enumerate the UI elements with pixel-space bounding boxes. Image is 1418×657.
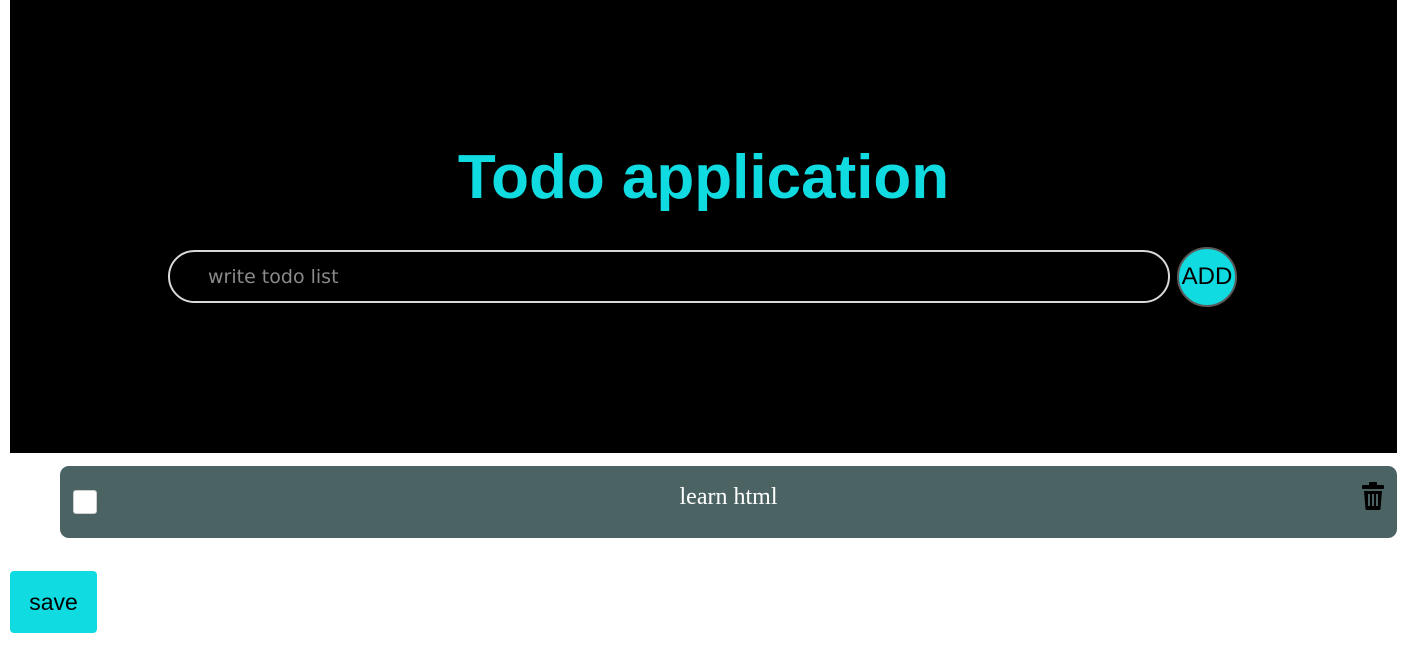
todo-input[interactable] bbox=[168, 250, 1170, 303]
trash-icon[interactable] bbox=[1362, 482, 1384, 510]
save-button[interactable]: save bbox=[10, 571, 97, 633]
todo-item: learn html bbox=[60, 466, 1397, 538]
header-section: Todo application ADD bbox=[10, 0, 1397, 453]
page-title: Todo application bbox=[457, 143, 950, 212]
add-button[interactable]: ADD bbox=[1177, 247, 1237, 307]
todo-text: learn html bbox=[679, 484, 778, 510]
